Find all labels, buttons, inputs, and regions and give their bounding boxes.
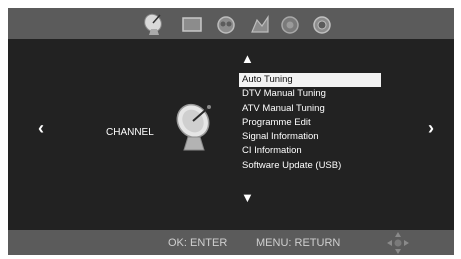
picture-icon[interactable] [180, 12, 204, 36]
channel-menu-list: Auto Tuning DTV Manual Tuning ATV Manual… [239, 73, 381, 173]
menu-item-auto-tuning[interactable]: Auto Tuning [239, 73, 381, 87]
time-icon[interactable] [248, 12, 272, 36]
menu-return-hint: MENU: RETURN [256, 237, 341, 249]
next-page-arrow[interactable]: › [428, 119, 434, 137]
menu-item-signal-information[interactable]: Signal Information [239, 130, 381, 144]
satellite-dish-icon[interactable] [142, 12, 166, 36]
ok-enter-hint: OK: ENTER [168, 237, 228, 249]
menu-item-programme-edit[interactable]: Programme Edit [239, 116, 381, 130]
page-title: CHANNEL [106, 127, 154, 138]
lock-icon[interactable] [278, 12, 302, 36]
tv-menu-screen: ‹ › CHANNEL ▲ Auto Tuning DTV Manual Tun… [8, 8, 454, 255]
scroll-down-icon[interactable]: ▼ [241, 191, 254, 204]
category-bar [8, 8, 454, 39]
navigation-pad-icon [387, 232, 409, 254]
menu-item-ci-information[interactable]: CI Information [239, 144, 381, 158]
hint-bar: OK: ENTER MENU: RETURN [8, 230, 454, 255]
menu-item-dtv-manual-tuning[interactable]: DTV Manual Tuning [239, 87, 381, 101]
scroll-up-icon[interactable]: ▲ [241, 52, 254, 65]
menu-item-atv-manual-tuning[interactable]: ATV Manual Tuning [239, 102, 381, 116]
main-panel [8, 39, 454, 230]
satellite-dish-icon [176, 103, 211, 151]
previous-page-arrow[interactable]: ‹ [38, 119, 44, 137]
menu-item-software-update-usb[interactable]: Software Update (USB) [239, 159, 381, 173]
setup-icon[interactable] [310, 12, 334, 36]
sound-icon[interactable] [214, 12, 238, 36]
